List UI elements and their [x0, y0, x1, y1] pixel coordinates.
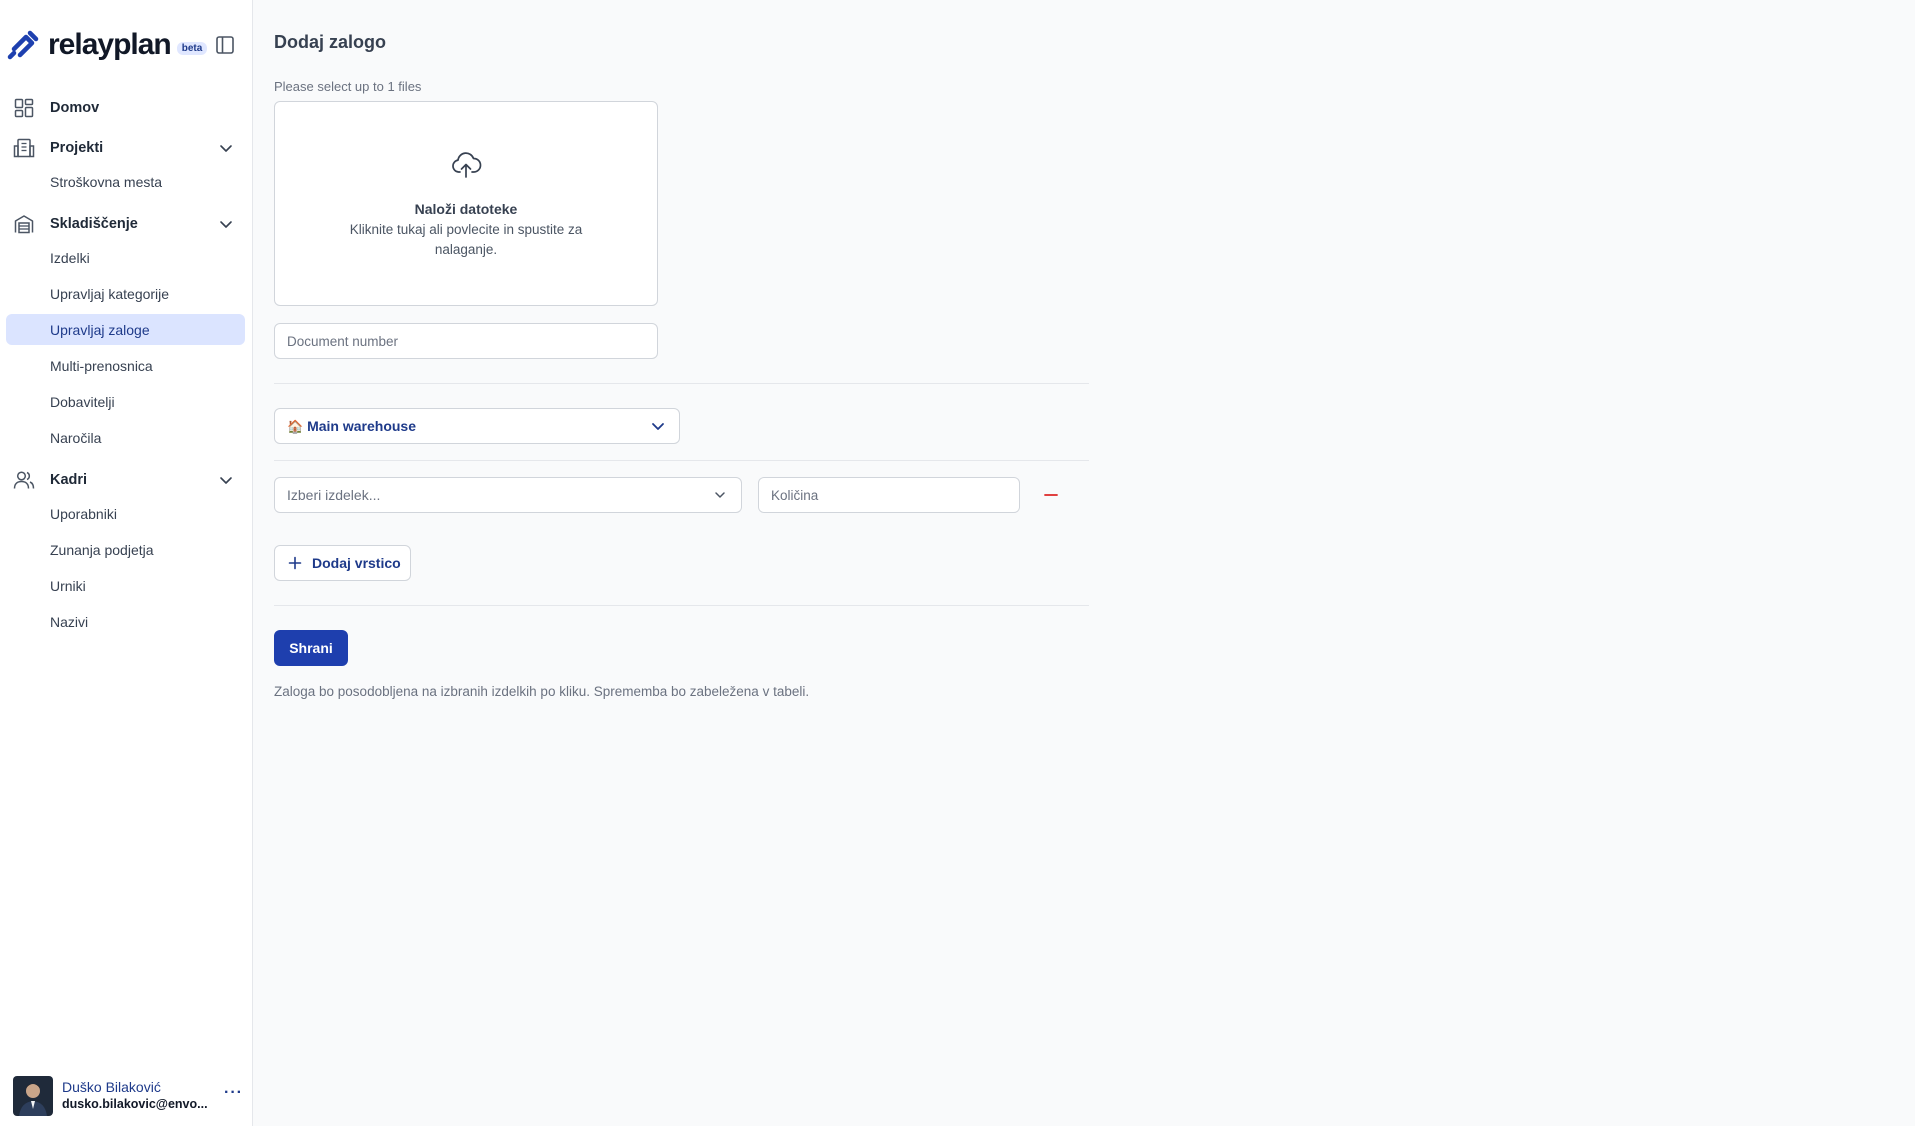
- brand[interactable]: relayplan beta: [6, 26, 208, 64]
- sidebar-item-narocila[interactable]: Naročila: [6, 422, 245, 453]
- sidebar-item-nazivi[interactable]: Nazivi: [6, 606, 245, 637]
- sidebar-group-label: Skladiščenje: [50, 216, 138, 232]
- plus-icon: [288, 556, 302, 570]
- save-button[interactable]: Shrani: [274, 630, 348, 666]
- quantity-input[interactable]: [758, 477, 1020, 513]
- sidebar-item-label: Izdelki: [50, 249, 90, 266]
- sidebar-item-label: Nazivi: [50, 613, 89, 630]
- sidebar-group-kadri[interactable]: Kadri: [6, 462, 245, 498]
- divider: [274, 605, 1089, 606]
- more-options-button[interactable]: ···: [224, 1084, 243, 1102]
- users-icon: [13, 471, 35, 489]
- warehouse-select[interactable]: 🏠 Main warehouse: [274, 408, 680, 444]
- sidebar-item-label: Uporabniki: [50, 505, 117, 522]
- relayplan-logo-icon: [7, 30, 39, 60]
- sidebar-item-label: Dobavitelji: [50, 393, 115, 410]
- dropzone-description: Kliknite tukaj ali povlecite in spustite…: [349, 222, 583, 257]
- sidebar-item-label: Domov: [50, 100, 100, 116]
- chevron-down-icon: [715, 492, 725, 498]
- file-limit-hint: Please select up to 1 files: [274, 79, 422, 94]
- sidebar-item-label: Zunanja podjetja: [50, 541, 154, 558]
- sidebar-group-label: Kadri: [50, 472, 88, 488]
- sidebar-item-label: Naročila: [50, 429, 102, 446]
- save-note: Zaloga bo posodobljena na izbranih izdel…: [274, 684, 810, 699]
- sidebar-item-label: Upravljaj zaloge: [50, 321, 150, 338]
- sidebar-item-multi-prenosnica[interactable]: Multi-prenosnica: [6, 350, 245, 381]
- cloud-upload-icon: [452, 152, 482, 178]
- sidebar-item-label: Upravljaj kategorije: [50, 285, 170, 302]
- beta-badge: beta: [176, 41, 208, 55]
- dropzone-title: Naloži datoteke: [414, 201, 518, 217]
- product-select-placeholder: Izberi izdelek...: [287, 487, 381, 503]
- user-name: Duško Bilaković: [62, 1079, 161, 1095]
- sidebar-item-dobavitelji[interactable]: Dobavitelji: [6, 386, 245, 417]
- chevron-down-icon: [220, 145, 232, 152]
- divider: [274, 460, 1089, 461]
- sidebar-item-label: Urniki: [50, 577, 86, 594]
- product-select[interactable]: Izberi izdelek...: [274, 477, 742, 513]
- warehouse-label: Main warehouse: [307, 417, 416, 434]
- sidebar-toggle-icon[interactable]: [214, 34, 236, 56]
- sidebar-item-zunanja-podjetja[interactable]: Zunanja podjetja: [6, 534, 245, 565]
- add-row-button[interactable]: Dodaj vrstico: [274, 545, 411, 581]
- user-profile[interactable]: Duško Bilaković dusko.bilakovic@envo... …: [13, 1076, 243, 1116]
- sidebar-item-label: Stroškovna mesta: [50, 173, 163, 190]
- avatar: [13, 1076, 53, 1116]
- chevron-down-icon: [220, 477, 232, 484]
- sidebar-group-projekti[interactable]: Projekti: [6, 130, 245, 166]
- warehouse-select-value: 🏠 Main warehouse: [275, 418, 649, 435]
- sidebar-item-uporabniki[interactable]: Uporabniki: [6, 498, 245, 529]
- add-row-label: Dodaj vrstico: [312, 555, 401, 571]
- sidebar-item-label: Multi-prenosnica: [50, 357, 153, 374]
- dashboard-icon: [14, 98, 34, 118]
- main-content: Dodaj zalogo Please select up to 1 files…: [254, 0, 1915, 1126]
- building-icon: [13, 138, 35, 158]
- sidebar-item-stroskovna-mesta[interactable]: Stroškovna mesta: [6, 166, 245, 197]
- sidebar-item-upravljaj-zaloge[interactable]: Upravljaj zaloge: [6, 314, 245, 345]
- file-dropzone[interactable]: Naloži datoteke Kliknite tukaj ali povle…: [274, 101, 658, 306]
- chevron-down-icon: [652, 423, 664, 430]
- house-icon: 🏠: [287, 418, 304, 434]
- brand-name: relayplan: [48, 28, 172, 61]
- chevron-down-icon: [220, 221, 232, 228]
- warehouse-icon: [14, 215, 34, 234]
- document-number-input[interactable]: [274, 323, 658, 359]
- sidebar-item-izdelki[interactable]: Izdelki: [6, 242, 245, 273]
- sidebar-group-skladiscenje[interactable]: Skladiščenje: [6, 206, 245, 242]
- sidebar-group-label: Projekti: [50, 140, 104, 156]
- sidebar-item-urniki[interactable]: Urniki: [6, 570, 245, 601]
- user-email: dusko.bilakovic@envo...: [62, 1097, 208, 1111]
- sidebar: relayplan beta Domov Projekti Stroškovna: [0, 0, 253, 1126]
- page-title: Dodaj zalogo: [274, 32, 386, 52]
- sidebar-item-upravljaj-kategorije[interactable]: Upravljaj kategorije: [6, 278, 245, 309]
- divider: [274, 383, 1089, 384]
- sidebar-item-domov[interactable]: Domov: [6, 90, 245, 126]
- remove-row-icon[interactable]: [1044, 487, 1058, 503]
